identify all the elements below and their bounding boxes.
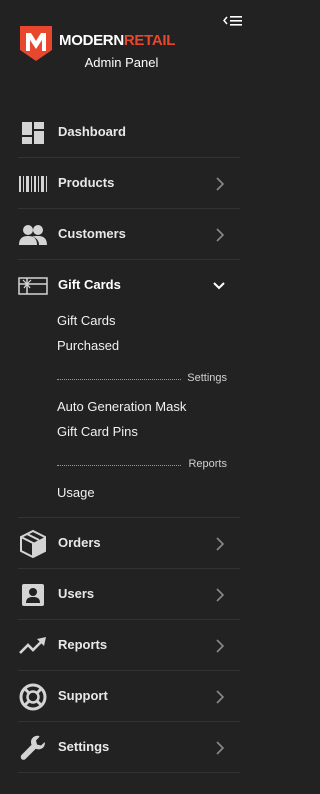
chevron-right-icon — [216, 537, 224, 551]
section-label: Reports — [186, 458, 227, 470]
users-group-icon — [18, 222, 48, 248]
nav-item-dashboard[interactable]: Dashboard — [18, 108, 240, 158]
submenu-item-auto-generation-mask[interactable]: Auto Generation Mask — [57, 399, 186, 414]
submenu-item-usage[interactable]: Usage — [57, 485, 95, 500]
brand-name-part1: MODERN — [59, 32, 124, 49]
brand-logo — [18, 24, 54, 62]
chevron-right-icon — [216, 741, 224, 755]
sidebar: MODERNRETAIL Admin Panel Dashboard Produ… — [0, 0, 247, 794]
chevron-right-icon — [216, 177, 224, 191]
shield-m-logo-icon — [20, 26, 52, 61]
nav-item-support[interactable]: Support — [18, 672, 240, 722]
nav-item-reports[interactable]: Reports — [18, 621, 240, 671]
barcode-icon — [18, 171, 48, 197]
chevron-down-icon — [213, 282, 225, 290]
nav-item-label: Settings — [58, 739, 110, 754]
lifebuoy-icon — [18, 683, 48, 711]
nav-item-label: Orders — [58, 535, 101, 550]
submenu-divider — [18, 517, 240, 518]
chevron-right-icon — [216, 588, 224, 602]
nav-item-products[interactable]: Products — [18, 159, 240, 209]
nav-item-label: Customers — [58, 226, 126, 241]
nav-item-label: Users — [58, 586, 95, 601]
submenu-item-gift-card-pins[interactable]: Gift Card Pins — [57, 424, 138, 439]
nav-item-label: Dashboard — [58, 124, 126, 139]
chevron-right-icon — [216, 639, 224, 653]
panel-subtitle: Admin Panel — [84, 55, 159, 70]
collapse-menu-icon — [223, 16, 242, 26]
brand-name: MODERNRETAIL — [59, 32, 175, 49]
section-divider — [57, 465, 181, 466]
nav-item-label: Support — [58, 688, 108, 703]
dashboard-icon — [18, 120, 48, 146]
submenu-section-reports: Reports — [57, 458, 227, 472]
section-divider — [57, 379, 181, 380]
collapse-sidebar-button[interactable] — [222, 13, 244, 31]
nav-item-orders[interactable]: Orders — [18, 519, 240, 569]
nav-item-label: Gift Cards — [58, 277, 121, 292]
nav-item-settings[interactable]: Settings — [18, 723, 240, 773]
section-label: Settings — [185, 372, 227, 384]
chevron-right-icon — [216, 228, 224, 242]
nav-item-label: Reports — [58, 637, 108, 652]
submenu-section-settings: Settings — [57, 372, 227, 386]
nav-item-label: Products — [58, 175, 115, 190]
brand-name-part2: RETAIL — [123, 32, 176, 49]
submenu-item-purchased[interactable]: Purchased — [57, 338, 119, 353]
nav-item-users[interactable]: Users — [18, 570, 240, 620]
wrench-icon — [18, 735, 48, 761]
chevron-right-icon — [216, 690, 224, 704]
trend-icon — [18, 633, 48, 659]
box-icon — [18, 529, 48, 559]
gift-card-icon — [18, 273, 48, 299]
nav-item-gift-cards[interactable]: Gift Cards — [18, 261, 240, 311]
user-badge-icon — [18, 582, 48, 608]
submenu-item-gift-cards[interactable]: Gift Cards — [57, 313, 116, 328]
nav-item-customers[interactable]: Customers — [18, 210, 240, 260]
